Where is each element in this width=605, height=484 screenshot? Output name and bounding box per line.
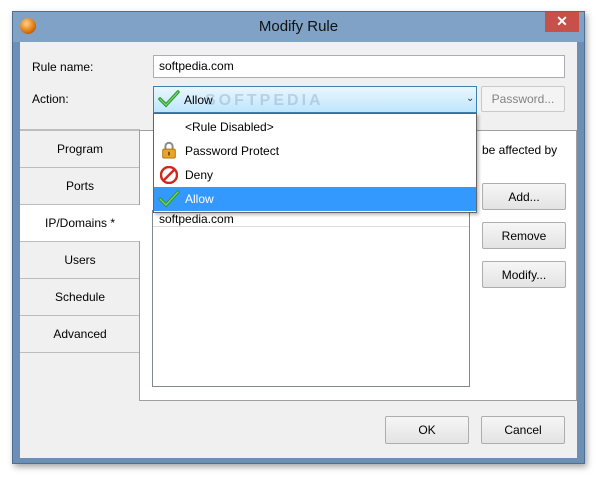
panel-description: be affected by: [482, 143, 558, 157]
list-item[interactable]: softpedia.com: [159, 212, 234, 226]
rule-name-label: Rule name:: [32, 60, 94, 74]
tab-advanced[interactable]: Advanced: [20, 315, 140, 353]
active-tab-joiner: [139, 205, 141, 241]
check-icon: [158, 190, 180, 208]
tab-users[interactable]: Users: [20, 241, 140, 278]
watermark: SOFTPEDIA: [205, 92, 324, 109]
dropdown-item-label: Allow: [185, 192, 214, 206]
tab-schedule[interactable]: Schedule: [20, 278, 140, 315]
tab-program[interactable]: Program: [20, 130, 140, 167]
dropdown-item-password-protect[interactable]: Password Protect: [154, 139, 476, 163]
domain-list[interactable]: [152, 210, 470, 387]
tab-ip-domains[interactable]: IP/Domains *: [20, 204, 140, 241]
window-title: Modify Rule: [258, 18, 339, 35]
dropdown-item-label: Password Protect: [185, 144, 280, 158]
dropdown-item-deny[interactable]: Deny: [154, 163, 476, 187]
check-icon: [158, 90, 180, 108]
close-button[interactable]: ✕: [545, 12, 579, 32]
action-label: Action:: [32, 92, 69, 106]
dropdown-item-label: Deny: [185, 168, 214, 182]
lock-icon: [162, 141, 176, 159]
dropdown-item-rule-disabled[interactable]: <Rule Disabled>: [154, 115, 476, 139]
tab-ports[interactable]: Ports: [20, 167, 140, 204]
ok-button[interactable]: OK: [385, 416, 469, 444]
divider: [153, 226, 469, 227]
dropdown-item-allow[interactable]: Allow: [154, 187, 476, 211]
deny-icon: [160, 166, 178, 184]
add-button[interactable]: Add...: [482, 183, 566, 210]
password-button[interactable]: Password...: [481, 86, 565, 112]
chevron-down-icon[interactable]: ⌄: [466, 93, 476, 105]
dropdown-item-label: <Rule Disabled>: [185, 120, 274, 134]
rule-name-input[interactable]: softpedia.com: [153, 55, 565, 78]
remove-button[interactable]: Remove: [482, 222, 566, 249]
modify-button[interactable]: Modify...: [482, 261, 566, 288]
action-combobox-value: Allow: [184, 93, 213, 107]
cancel-button[interactable]: Cancel: [481, 416, 565, 444]
